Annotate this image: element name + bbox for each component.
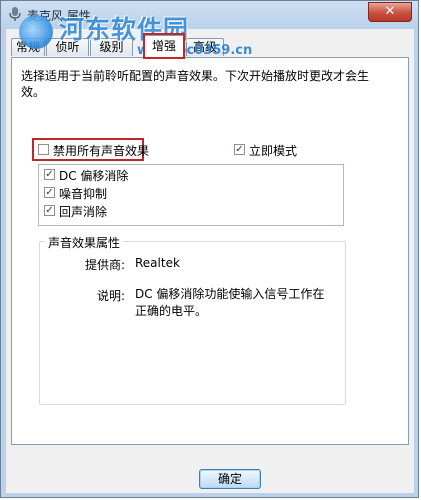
- tab-advanced[interactable]: 高级: [186, 38, 224, 56]
- effect-noise-suppression-checkbox[interactable]: ✓: [44, 187, 55, 198]
- description-value: DC 偏移消除功能使输入信号工作在正确的电平。: [135, 287, 325, 318]
- immediate-mode-checkbox[interactable]: ✓: [234, 144, 245, 155]
- effect-properties-group: 声音效果属性 提供商: Realtek 说明: DC 偏移消除功能使输入信号工作…: [39, 234, 346, 405]
- window-title: 麦克风 属性: [27, 9, 91, 23]
- tab-listen[interactable]: 侦听: [46, 38, 89, 56]
- effect-noise-suppression-label[interactable]: 噪音抑制: [59, 185, 107, 202]
- provider-value: Realtek: [135, 256, 180, 270]
- tab-levels[interactable]: 级别: [90, 38, 133, 56]
- microphone-icon: [9, 7, 21, 21]
- tab-strip: 常规 侦听 级别 增强 高级: [6, 33, 414, 59]
- effects-list[interactable]: ✓ DC 偏移消除 ✓ 噪音抑制 ✓ 回声消除: [38, 164, 344, 226]
- effect-dc-offset-label[interactable]: DC 偏移消除: [59, 167, 128, 184]
- enhancements-panel: 选择适用于当前聆听配置的声音效果。下次开始播放时更改才会生效。 禁用所有声音效果…: [11, 57, 409, 445]
- provider-label: 提供商:: [84, 258, 125, 272]
- properties-window: 麦克风 属性 ✕ 常规 侦听 级别 增强 高级 选择适用于当前聆听配置的声音效果…: [0, 0, 419, 498]
- ok-button[interactable]: 确定: [199, 469, 261, 489]
- description-label: 说明:: [96, 289, 125, 303]
- effect-dc-offset-checkbox[interactable]: ✓: [44, 169, 55, 180]
- tab-general[interactable]: 常规: [11, 38, 45, 56]
- tab-highlight-annotation: [143, 33, 185, 59]
- effect-echo-cancel-label[interactable]: 回声消除: [59, 203, 107, 220]
- effect-properties-title: 声音效果属性: [45, 234, 124, 251]
- enhancements-description: 选择适用于当前聆听配置的声音效果。下次开始播放时更改才会生效。: [21, 69, 370, 99]
- close-icon: ✕: [384, 4, 396, 19]
- title-bar[interactable]: 麦克风 属性 ✕: [1, 1, 418, 29]
- immediate-mode-label[interactable]: 立即模式: [249, 142, 297, 159]
- close-button[interactable]: ✕: [368, 2, 412, 22]
- disable-all-label[interactable]: 禁用所有声音效果: [53, 142, 149, 159]
- disable-all-checkbox[interactable]: [38, 144, 49, 155]
- dialog-body: 常规 侦听 级别 增强 高级 选择适用于当前聆听配置的声音效果。下次开始播放时更…: [6, 29, 414, 493]
- effect-echo-cancel-checkbox[interactable]: ✓: [44, 205, 55, 216]
